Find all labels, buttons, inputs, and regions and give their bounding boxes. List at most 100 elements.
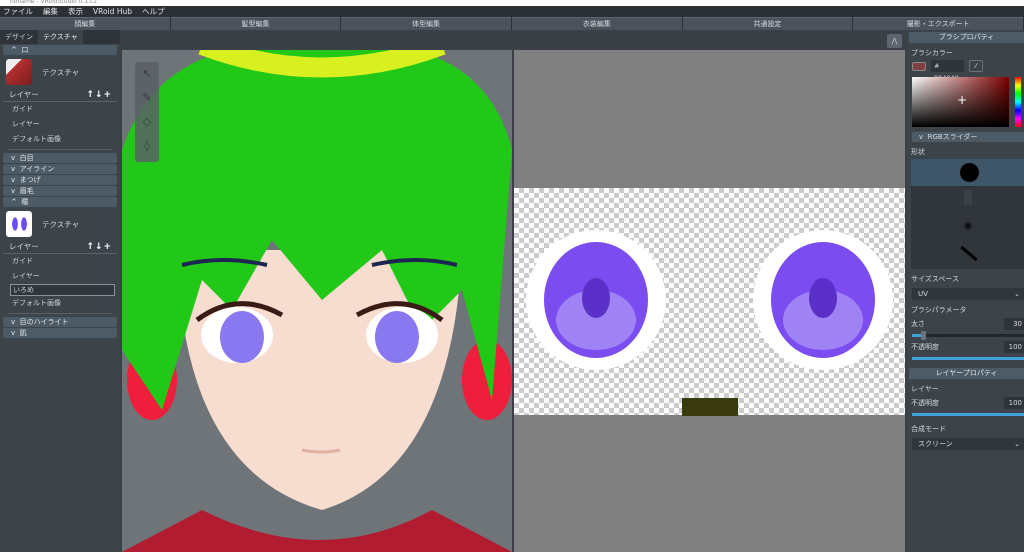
menu-vroid-hub[interactable]: VRoid Hub [93, 7, 132, 16]
fill-tool-icon[interactable]: ◊ [135, 134, 159, 158]
tab-face[interactable]: 顔編集 [0, 17, 170, 30]
subtab-design[interactable]: デザイン [0, 30, 38, 44]
tab-body[interactable]: 体型編集 [341, 17, 512, 30]
section-eyelashes[interactable]: v まつげ [3, 175, 117, 185]
thickness-label: 太さ [911, 320, 925, 328]
brush-color-swatch[interactable] [912, 61, 926, 71]
section-iris[interactable]: ^ 瞳 [3, 197, 117, 207]
iris-texture-thumbnail [6, 211, 32, 237]
move-up-icon[interactable]: ↑ [86, 90, 94, 100]
menu-help[interactable]: ヘルプ [142, 6, 165, 17]
section-label: 白目 [19, 154, 34, 162]
layer-item[interactable]: ガイド [0, 102, 120, 117]
section-eyebrows[interactable]: v 眉毛 [3, 186, 117, 196]
layer-item-selected[interactable]: いろめ [10, 284, 115, 296]
section-eyeline[interactable]: v アイライン [3, 164, 117, 174]
subtab-texture[interactable]: テクスチャ [38, 30, 83, 44]
layer-item[interactable]: デフォルト画像 [0, 296, 120, 311]
menu-bar: ファイル 編集 表示 VRoid Hub ヘルプ [0, 6, 1024, 17]
left-panel: デザイン テクスチャ ^ 口 テクスチャ レイヤー ↑↓+ ガイド レイヤー デフ… [0, 30, 120, 552]
divider [8, 313, 112, 314]
right-panel: ブラシプロパティ ブラシカラー # 804040 ⁄ + v RGBスライダー … [907, 30, 1024, 552]
section-label: 瞳 [21, 198, 29, 206]
character-preview [122, 50, 512, 552]
move-down-icon[interactable]: ↓ [95, 90, 103, 100]
color-sv-picker[interactable]: + [912, 77, 1009, 127]
tab-export[interactable]: 撮影・エクスポート [853, 17, 1024, 30]
layer-label: レイヤー [9, 90, 39, 99]
layer-opacity-input[interactable]: 100 [1004, 397, 1024, 409]
brush-param-label: ブラシパラメータ [911, 306, 967, 314]
thickness-slider[interactable] [912, 331, 1024, 340]
layer-properties-header: レイヤープロパティ [909, 368, 1024, 379]
view-toolbar [122, 30, 905, 50]
layer-label: レイヤー [9, 242, 39, 251]
move-down-icon[interactable]: ↓ [95, 242, 103, 252]
iris-texture [526, 230, 893, 416]
section-eye-white[interactable]: v 白目 [3, 153, 117, 163]
brush-shape-list [911, 159, 1024, 269]
symmetry-toggle-button[interactable]: ⋀ [887, 34, 902, 48]
section-mouth[interactable]: ^ 口 [3, 45, 117, 55]
blend-mode-label: 合成モード [911, 425, 946, 433]
section-label: まつげ [19, 176, 41, 184]
brush-color-label: ブラシカラー [911, 49, 953, 57]
brush-color-hex-input[interactable]: # 804040 [931, 60, 964, 82]
eyedropper-icon[interactable]: ⁄ [969, 60, 983, 72]
texture-mouth[interactable]: テクスチャ [0, 56, 120, 88]
layer-item[interactable]: ガイド [0, 254, 120, 269]
section-label: 口 [21, 46, 29, 54]
layer-item[interactable]: レイヤー [0, 117, 120, 132]
section-label: アイライン [19, 165, 55, 173]
opacity-label: 不透明度 [911, 343, 939, 351]
eraser-tool-icon[interactable]: ◇ [135, 110, 159, 134]
move-up-icon[interactable]: ↑ [86, 242, 94, 252]
tab-common[interactable]: 共通設定 [682, 17, 853, 30]
size-space-value: UV [918, 290, 928, 298]
texture-label: テクスチャ [42, 219, 80, 229]
add-layer-icon[interactable]: + [103, 242, 111, 252]
opacity-input[interactable]: 100 [1004, 341, 1024, 353]
tool-palette: ↖ ✎ ◇ ◊ [135, 62, 159, 162]
select-tool-icon[interactable]: ↖ [135, 62, 159, 86]
menu-edit[interactable]: 編集 [43, 6, 58, 17]
texture-canvas[interactable] [514, 50, 905, 552]
divider [8, 149, 112, 150]
shape-round-soft[interactable] [911, 213, 1024, 240]
menu-view[interactable]: 表示 [68, 6, 83, 17]
add-layer-icon[interactable]: + [103, 90, 111, 100]
brush-tool-icon[interactable]: ✎ [135, 86, 159, 110]
hue-slider[interactable] [1015, 77, 1021, 127]
shape-line[interactable] [911, 240, 1024, 267]
rgb-slider-label: RGBスライダー [927, 133, 978, 141]
layer-item[interactable]: デフォルト画像 [0, 132, 120, 147]
menu-file[interactable]: ファイル [3, 6, 33, 17]
shape-texture[interactable] [911, 186, 1024, 213]
texture-iris[interactable]: テクスチャ [0, 208, 120, 240]
opacity-slider[interactable] [912, 357, 1024, 360]
mouth-texture-thumbnail [6, 59, 32, 85]
section-label: 眉毛 [19, 187, 34, 195]
size-space-label: サイズスペース [911, 275, 959, 283]
layer-opacity-label: 不透明度 [911, 399, 939, 407]
section-eye-highlight[interactable]: v 目のハイライト [3, 317, 117, 327]
texture-label: テクスチャ [42, 67, 80, 77]
section-skin[interactable]: v 肌 [3, 328, 117, 338]
section-label: 目のハイライト [19, 318, 69, 326]
layer-opacity-slider[interactable] [912, 413, 1024, 416]
tab-hair[interactable]: 髪型編集 [170, 17, 341, 30]
size-space-dropdown[interactable]: UV ⌄ [912, 288, 1024, 300]
layer-label: レイヤー [911, 385, 939, 393]
tab-outfit[interactable]: 衣装編集 [512, 17, 682, 30]
blend-mode-dropdown[interactable]: スクリーン ⌄ [912, 438, 1024, 450]
chevron-down-icon: ⌄ [1014, 290, 1020, 298]
layer-item[interactable]: レイヤー [0, 269, 120, 284]
thickness-input[interactable]: 30 [1004, 318, 1024, 330]
3d-viewport[interactable] [122, 50, 512, 552]
mode-tabs: 顔編集 髪型編集 体型編集 衣装編集 共通設定 撮影・エクスポート [0, 17, 1024, 30]
chevron-down-icon: ⌄ [1014, 440, 1020, 448]
blend-mode-value: スクリーン [918, 440, 953, 448]
shape-round-hard[interactable] [911, 159, 1024, 186]
section-label: 肌 [19, 329, 27, 337]
rgb-slider-toggle[interactable]: v RGBスライダー [912, 132, 1024, 142]
